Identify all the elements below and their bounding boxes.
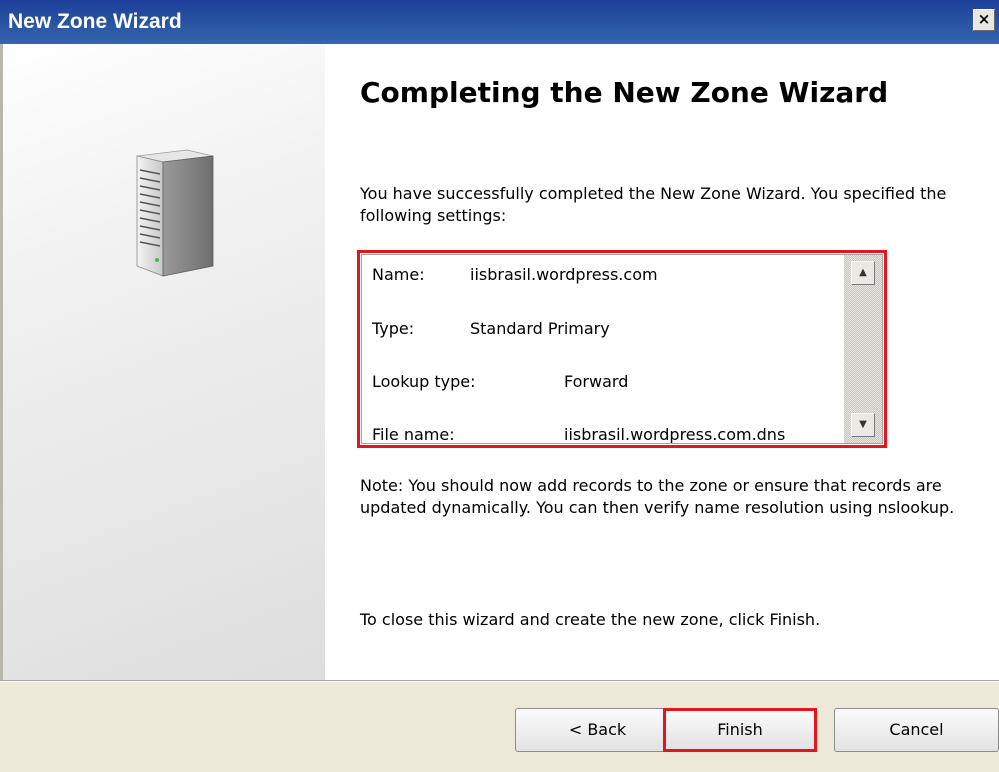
button-bar-divider xyxy=(0,681,999,682)
closing-instructions: To close this wizard and create the new … xyxy=(360,610,821,629)
settings-value: Forward xyxy=(564,372,629,391)
title-bar: New Zone Wizard × xyxy=(0,0,999,44)
settings-value: Standard Primary xyxy=(470,319,610,338)
window-left-border xyxy=(0,44,3,772)
settings-row-file-name: File name: iisbrasil.wordpress.com.dns xyxy=(372,425,785,444)
settings-row-name: Name: iisbrasil.wordpress.com xyxy=(372,265,658,284)
close-button[interactable]: × xyxy=(973,9,995,31)
cancel-button[interactable]: Cancel xyxy=(834,708,999,752)
note-text: Note: You should now add records to the … xyxy=(360,476,955,517)
arrow-up-icon: ▲ xyxy=(859,267,867,278)
settings-label: Lookup type: xyxy=(372,372,476,391)
settings-label: Name: xyxy=(372,265,425,284)
settings-value: iisbrasil.wordpress.com.dns xyxy=(564,425,786,444)
settings-row-lookup-type: Lookup type: Forward xyxy=(372,372,628,391)
close-icon: × xyxy=(977,10,991,28)
intro-text: You have successfully completed the New … xyxy=(360,184,947,225)
settings-summary-box[interactable]: Name: iisbrasil.wordpress.com Type: Stan… xyxy=(357,250,887,448)
page-title: Completing the New Zone Wizard xyxy=(360,76,889,109)
finish-button[interactable]: Finish xyxy=(663,708,817,752)
settings-label: Type: xyxy=(372,319,415,338)
server-tower-icon xyxy=(136,149,214,277)
settings-list[interactable]: Name: iisbrasil.wordpress.com Type: Stan… xyxy=(361,254,883,444)
vertical-scrollbar[interactable]: ▲ ▼ xyxy=(844,255,882,443)
wizard-banner-panel xyxy=(0,44,325,680)
settings-label: File name: xyxy=(372,425,455,444)
arrow-down-icon: ▼ xyxy=(859,419,867,430)
window-title: New Zone Wizard xyxy=(8,10,182,33)
settings-row-type: Type: Standard Primary xyxy=(372,319,610,338)
scroll-down-button[interactable]: ▼ xyxy=(851,413,875,437)
back-button[interactable]: < Back xyxy=(515,708,680,752)
settings-value: iisbrasil.wordpress.com xyxy=(470,265,658,284)
scroll-up-button[interactable]: ▲ xyxy=(851,261,875,285)
